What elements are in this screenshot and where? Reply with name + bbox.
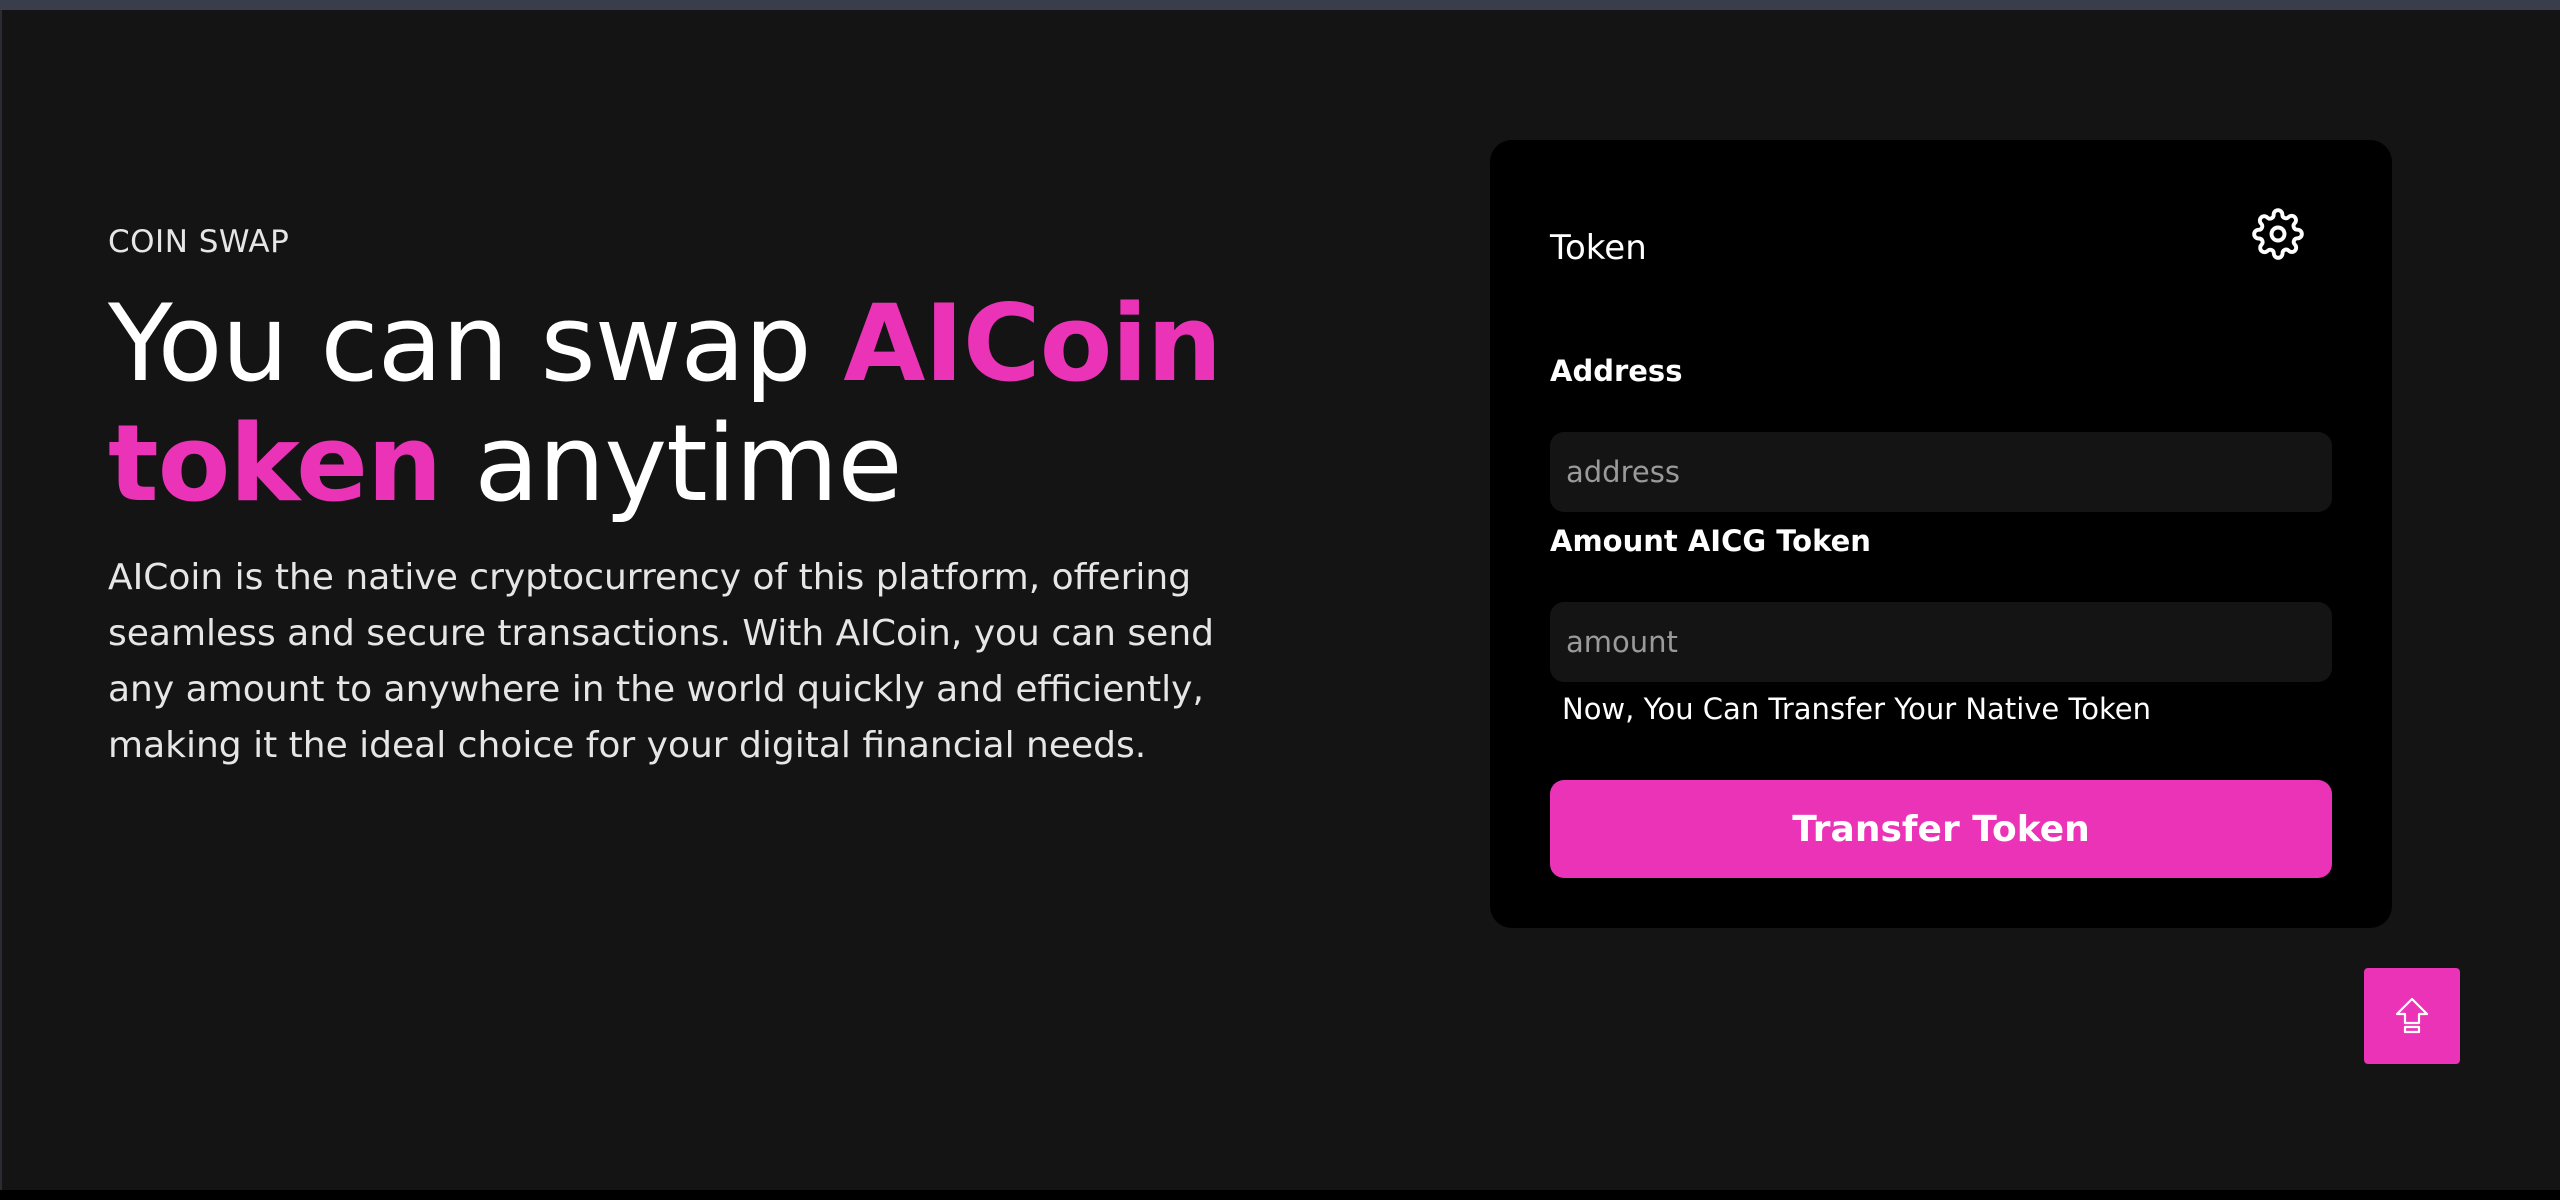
hero-headline: You can swap AICoin token anytime [108, 284, 1268, 524]
address-input[interactable] [1550, 432, 2332, 512]
hero-section: COIN SWAP You can swap AICoin token anyti… [108, 224, 1268, 774]
address-label: Address [1550, 354, 1683, 388]
headline-text-2: anytime [441, 402, 902, 525]
section-eyebrow: COIN SWAP [108, 224, 290, 260]
transfer-hint: Now, You Can Transfer Your Native Token [1562, 692, 2151, 726]
page: COIN SWAP You can swap AICoin token anyti… [0, 10, 2560, 1190]
headline-accent-aicoin: AICoin [843, 282, 1222, 405]
arrow-up-icon [2395, 997, 2429, 1034]
bottom-strip [0, 1190, 2560, 1200]
card-title: Token [1550, 228, 1647, 268]
headline-text-1: You can swap [108, 282, 844, 405]
browser-top-strip [0, 0, 2560, 10]
hero-description: AICoin is the native cryptocurrency of t… [108, 557, 1214, 766]
transfer-token-button[interactable]: Transfer Token [1550, 780, 2332, 878]
amount-input[interactable] [1550, 602, 2332, 682]
scroll-to-top-button[interactable] [2364, 968, 2460, 1064]
gear-icon[interactable] [2252, 208, 2304, 260]
headline-accent-token: token [108, 402, 442, 525]
swap-card: Token Address Amount AICG Token Now, You… [1490, 140, 2392, 928]
amount-label: Amount AICG Token [1550, 524, 1871, 558]
window-edge [0, 10, 2, 1190]
